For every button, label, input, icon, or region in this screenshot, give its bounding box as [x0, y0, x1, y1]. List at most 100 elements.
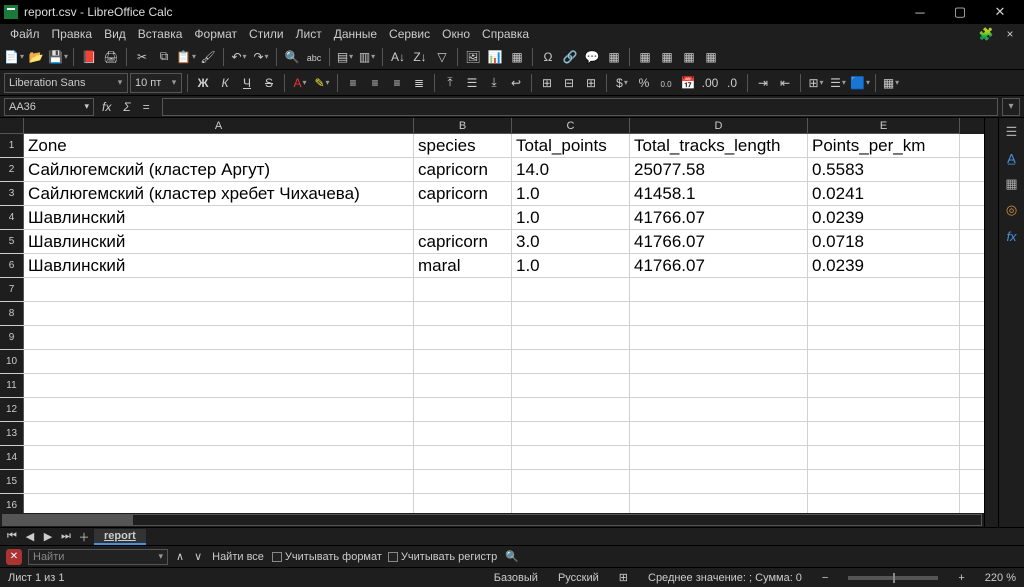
save-button[interactable]	[48, 47, 68, 67]
cell[interactable]	[630, 446, 808, 469]
cell[interactable]: capricorn	[414, 230, 512, 253]
cell[interactable]	[808, 446, 960, 469]
indent-inc-button[interactable]: ⇥	[753, 73, 773, 93]
cell[interactable]	[630, 374, 808, 397]
cell[interactable]: 14.0	[512, 158, 630, 181]
sort-asc-button[interactable]: A↓	[388, 47, 408, 67]
zoom-value[interactable]: 220 %	[985, 572, 1016, 584]
match-format-checkbox[interactable]: Учитывать формат	[272, 551, 382, 563]
cell[interactable]	[630, 422, 808, 445]
sort-desc-button[interactable]: Z↓	[410, 47, 430, 67]
row-header[interactable]: 8	[0, 302, 24, 325]
find-prev-button[interactable]: ∧	[174, 550, 186, 563]
dec-inc-button[interactable]: .00	[700, 73, 720, 93]
clone-format-button[interactable]: 🖌	[198, 47, 218, 67]
insert-comment-button[interactable]	[582, 47, 602, 67]
valign-top-button[interactable]: ⤒	[440, 73, 460, 93]
cell[interactable]: 41458.1	[630, 182, 808, 205]
cell[interactable]	[808, 278, 960, 301]
print-button[interactable]	[101, 47, 121, 67]
paste-button[interactable]	[176, 47, 196, 67]
cell[interactable]: Total_points	[512, 134, 630, 157]
autofilter-button[interactable]	[432, 47, 452, 67]
row-ops-button[interactable]: ▤	[335, 47, 355, 67]
sheet-tab[interactable]: report	[94, 529, 146, 545]
menu-tools[interactable]: Сервис	[383, 25, 436, 43]
row-header[interactable]: 12	[0, 398, 24, 421]
formula-input[interactable]	[162, 98, 998, 116]
col-header-D[interactable]: D	[630, 118, 808, 134]
row-header[interactable]: 16	[0, 494, 24, 513]
cell[interactable]	[512, 326, 630, 349]
cell[interactable]	[414, 398, 512, 421]
row-header[interactable]: 13	[0, 422, 24, 445]
cell[interactable]: 0.0239	[808, 254, 960, 277]
menu-view[interactable]: Вид	[98, 25, 132, 43]
currency-button[interactable]	[612, 73, 632, 93]
row-header[interactable]: 7	[0, 278, 24, 301]
align-left-button[interactable]	[343, 73, 363, 93]
cell[interactable]	[414, 470, 512, 493]
cell[interactable]: 1.0	[512, 206, 630, 229]
tab-last-button[interactable]: ⏭	[58, 529, 74, 545]
horizontal-scrollbar[interactable]	[0, 513, 984, 527]
date-button[interactable]: 📅	[678, 73, 698, 93]
cell[interactable]	[24, 374, 414, 397]
tab-next-button[interactable]: ▶	[40, 529, 56, 545]
cell[interactable]	[630, 470, 808, 493]
match-case-checkbox[interactable]: Учитывать регистр	[388, 551, 497, 563]
cell[interactable]	[512, 422, 630, 445]
insert-hyperlink-button[interactable]	[560, 47, 580, 67]
menu-sheet[interactable]: Лист	[290, 25, 328, 43]
col-header-E[interactable]: E	[808, 118, 960, 134]
find-all-button[interactable]: Найти все	[210, 551, 266, 563]
align-justify-button[interactable]: ≣	[409, 73, 429, 93]
find-button[interactable]	[282, 47, 302, 67]
cell[interactable]: species	[414, 134, 512, 157]
window-button[interactable]: ▦	[701, 47, 721, 67]
row-header[interactable]: 5	[0, 230, 24, 253]
row-header[interactable]: 11	[0, 374, 24, 397]
cell[interactable]: 41766.07	[630, 254, 808, 277]
align-center-button[interactable]	[365, 73, 385, 93]
cell[interactable]	[24, 302, 414, 325]
cell[interactable]: Сайлюгемский (кластер Аргут)	[24, 158, 414, 181]
close-document-button[interactable]: ×	[1000, 24, 1020, 44]
bold-button[interactable]	[193, 73, 213, 93]
vertical-scrollbar[interactable]	[984, 118, 998, 527]
menu-file[interactable]: Файл	[4, 25, 46, 43]
extensions-icon[interactable]	[976, 24, 996, 44]
sidebar-properties-icon[interactable]: ☰	[1002, 122, 1022, 142]
zoom-slider[interactable]	[848, 576, 938, 580]
cell[interactable]	[512, 494, 630, 513]
cell[interactable]	[808, 422, 960, 445]
menu-insert[interactable]: Вставка	[132, 25, 189, 43]
formula-expand-button[interactable]: ▾	[1002, 98, 1020, 116]
cell[interactable]	[414, 446, 512, 469]
insert-special-button[interactable]: Ω	[538, 47, 558, 67]
cell[interactable]	[414, 494, 512, 513]
align-right-button[interactable]	[387, 73, 407, 93]
cell[interactable]	[24, 278, 414, 301]
cell[interactable]: 25077.58	[630, 158, 808, 181]
cell[interactable]	[630, 302, 808, 325]
wrap-button[interactable]: ↩	[506, 73, 526, 93]
cell[interactable]: 1.0	[512, 254, 630, 277]
cell[interactable]: capricorn	[414, 158, 512, 181]
cell[interactable]: 41766.07	[630, 230, 808, 253]
cell[interactable]: 3.0	[512, 230, 630, 253]
cell[interactable]	[512, 446, 630, 469]
export-pdf-button[interactable]	[79, 47, 99, 67]
cell[interactable]: 41766.07	[630, 206, 808, 229]
row-header[interactable]: 3	[0, 182, 24, 205]
cut-button[interactable]	[132, 47, 152, 67]
merge-button[interactable]	[537, 73, 557, 93]
font-color-button[interactable]	[290, 73, 310, 93]
cell[interactable]	[24, 446, 414, 469]
cell[interactable]	[808, 494, 960, 513]
col-header-A[interactable]: A	[24, 118, 414, 134]
cell[interactable]: Шавлинский	[24, 230, 414, 253]
cell[interactable]	[24, 470, 414, 493]
highlight-button[interactable]	[312, 73, 332, 93]
col-ops-button[interactable]: ▥	[357, 47, 377, 67]
